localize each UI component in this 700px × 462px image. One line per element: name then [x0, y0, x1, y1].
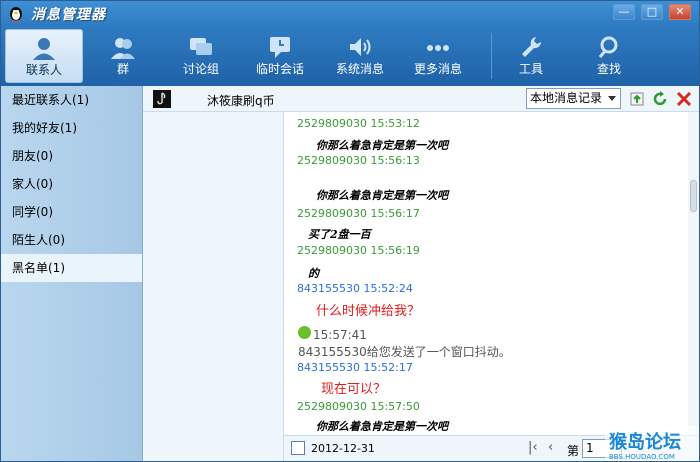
first-page-button[interactable]: |‹ — [528, 441, 538, 455]
shake-notice-time: 15:57:41 — [313, 328, 367, 342]
tab-system-messages[interactable]: 系统消息 — [327, 29, 393, 83]
tab-discussion-label: 讨论组 — [182, 62, 219, 76]
message-body: 的 — [308, 267, 319, 280]
tab-contacts-label: 联系人 — [25, 63, 62, 77]
calendar-icon[interactable] — [291, 441, 305, 455]
chat-header: 沐筱康刷q币 本地消息记录 — [143, 86, 699, 112]
maximize-button[interactable]: □ — [641, 4, 663, 20]
delete-icon[interactable] — [676, 91, 692, 107]
message-meta: 2529809030 15:57:50 — [297, 400, 420, 413]
tab-more-messages[interactable]: 更多消息 — [405, 29, 471, 83]
toolbar-divider — [491, 33, 492, 79]
sidebar-item-friends[interactable]: 朋友(0) — [1, 142, 142, 170]
contact-list-column — [143, 86, 284, 461]
close-button[interactable]: ✕ — [669, 4, 691, 20]
svg-text:BBS.HOUDAO.COM: BBS.HOUDAO.COM — [609, 453, 675, 461]
tools-label: 工具 — [518, 62, 543, 76]
message-meta: 843155530 15:52:17 — [297, 361, 413, 374]
contact-category-sidebar: 最近联系人(1) 我的好友(1) 朋友(0) 家人(0) 同学(0) 陌生人(0… — [1, 86, 143, 461]
prev-page-button[interactable]: ‹ — [548, 441, 553, 455]
message-meta: 2529809030 15:56:17 — [297, 207, 420, 220]
tab-discussion[interactable]: 讨论组 — [169, 29, 233, 83]
checkmark-icon — [298, 326, 311, 339]
more-messages-icon — [427, 45, 449, 51]
tools-button[interactable]: 工具 — [501, 29, 561, 83]
wrench-icon — [522, 37, 542, 57]
sidebar-item-strangers[interactable]: 陌生人(0) — [1, 226, 142, 254]
message-body: 现在可以？ — [321, 382, 387, 397]
shake-notice-text: 843155530给您发送了一个窗口抖动。 — [298, 345, 511, 359]
message-body: 什么时候冲给我？ — [316, 304, 421, 319]
tab-temp-chat-label: 临时会话 — [255, 62, 304, 76]
message-manager-window: 消息管理器 — □ ✕ 联系人 群 讨论组 临时会话 系统消息 更多消息 工具 … — [0, 0, 700, 462]
refresh-icon[interactable] — [652, 91, 668, 107]
sidebar-item-classmates[interactable]: 同学(0) — [1, 198, 142, 226]
message-meta: 2529809030 15:53:12 — [297, 117, 420, 130]
date-display[interactable]: 2012-12-31 — [311, 442, 375, 455]
tab-groups-label: 群 — [116, 62, 129, 76]
message-meta: 2529809030 15:56:19 — [297, 244, 420, 257]
find-label: 查找 — [596, 62, 621, 76]
message-body: 你那么着急肯定是第一次吧 — [316, 189, 448, 202]
tab-system-messages-label: 系统消息 — [335, 62, 384, 76]
message-body: 买了2盘一百 — [308, 228, 371, 241]
tab-groups[interactable]: 群 — [91, 29, 155, 83]
contact-name[interactable]: 沐筱康刷q币 — [207, 92, 275, 109]
title-bar[interactable]: 消息管理器 — □ ✕ — [1, 1, 699, 25]
avatar[interactable] — [153, 90, 171, 108]
sidebar-item-recent[interactable]: 最近联系人(1) — [1, 86, 142, 114]
qq-penguin-icon — [10, 7, 22, 21]
forum-watermark-logo: 猴岛论坛 BBS.HOUDAO.COM — [605, 426, 699, 461]
export-icon[interactable] — [629, 91, 645, 107]
message-body: 你那么着急肯定是第一次吧 — [316, 420, 448, 433]
search-icon — [598, 36, 618, 58]
message-scrollbar[interactable] — [688, 112, 699, 435]
tab-temp-chat[interactable]: 临时会话 — [247, 29, 313, 83]
message-body: 你那么着急肯定是第一次吧 — [316, 139, 448, 152]
contacts-icon — [33, 38, 55, 60]
find-button[interactable]: 查找 — [579, 29, 639, 83]
sidebar-item-my-friends[interactable]: 我的好友(1) — [1, 114, 142, 142]
discussion-icon — [190, 38, 212, 55]
temp-chat-icon — [270, 37, 290, 58]
chevron-down-icon — [608, 96, 616, 101]
message-meta: 843155530 15:52:24 — [297, 282, 413, 295]
tab-contacts[interactable]: 联系人 — [5, 29, 83, 83]
sidebar-item-family[interactable]: 家人(0) — [1, 170, 142, 198]
page-label: 第 — [567, 444, 580, 458]
main-toolbar: 联系人 群 讨论组 临时会话 系统消息 更多消息 工具 查找 — [1, 25, 699, 86]
scrollbar-thumb[interactable] — [690, 180, 697, 212]
message-meta: 2529809030 15:56:13 — [297, 154, 420, 167]
sidebar-item-blacklist[interactable]: 黑名单(1) — [1, 254, 142, 282]
message-history-select-value: 本地消息记录 — [530, 91, 603, 105]
minimize-button[interactable]: — — [613, 4, 635, 20]
svg-text:猴岛论坛: 猴岛论坛 — [609, 431, 681, 453]
message-history-pane[interactable]: 2529809030 15:53:12 你那么着急肯定是第一次吧 2529809… — [284, 112, 688, 435]
system-message-icon — [350, 38, 371, 56]
group-icon — [111, 38, 135, 59]
message-history-select[interactable]: 本地消息记录 — [526, 88, 621, 109]
window-title: 消息管理器 — [31, 7, 106, 23]
tab-more-messages-label: 更多消息 — [413, 62, 462, 76]
